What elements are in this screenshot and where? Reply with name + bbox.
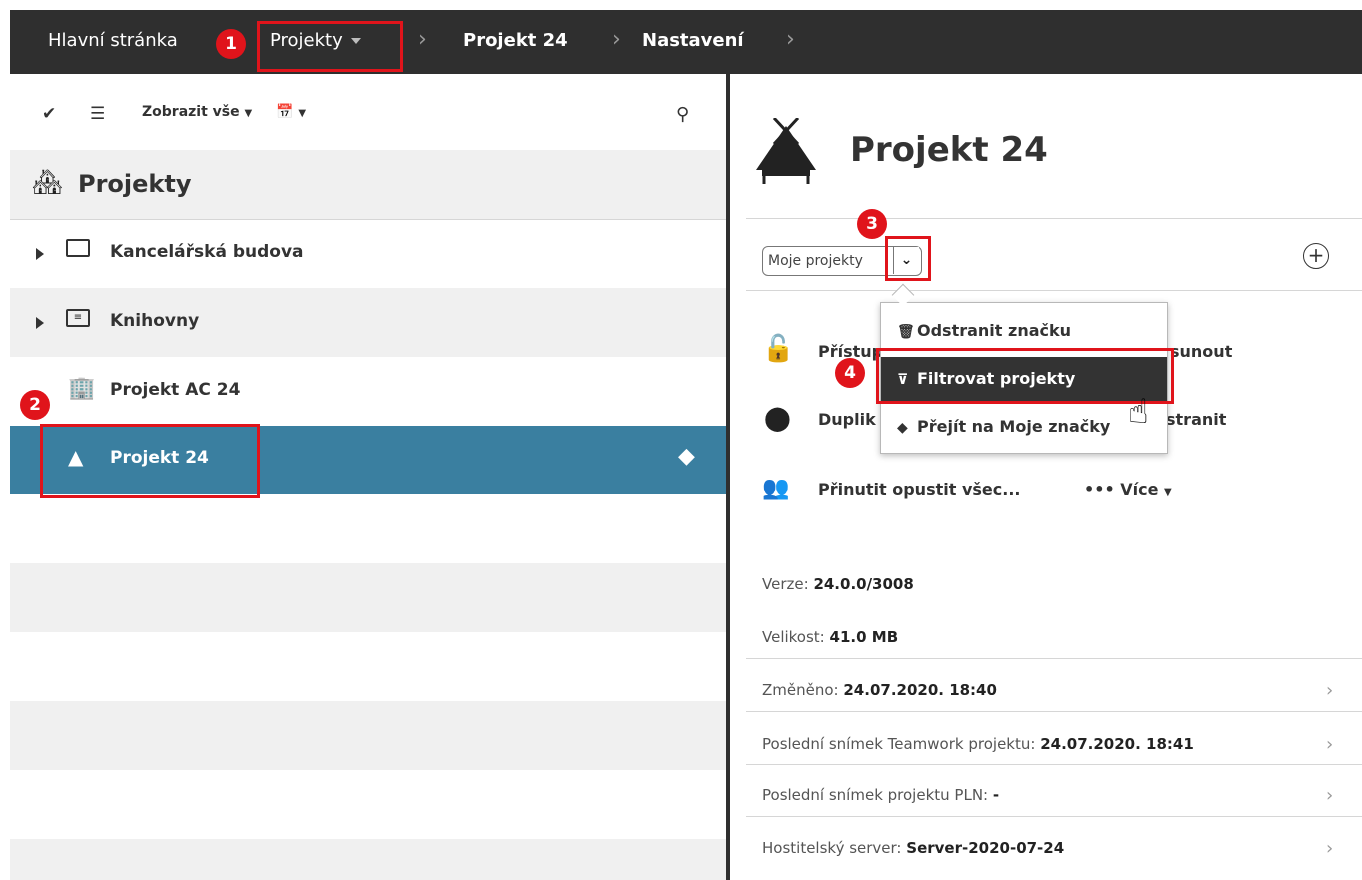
expand-triangle-icon[interactable] bbox=[36, 248, 44, 260]
projects-icon: 🏘 bbox=[32, 168, 63, 196]
breadcrumb-home[interactable]: Hlavní stránka bbox=[48, 28, 178, 54]
checkmark-icon[interactable]: ✔ bbox=[42, 104, 56, 124]
tag-filter-value: Moje projekty bbox=[768, 253, 863, 269]
breadcrumb-project[interactable]: Projekt 24 bbox=[463, 28, 568, 54]
tree-row-bg bbox=[10, 563, 726, 632]
annotation-badge-2: 2 bbox=[20, 390, 50, 420]
tree-row-bg bbox=[10, 770, 726, 839]
info-label: Verze: bbox=[762, 575, 809, 593]
show-all-dropdown[interactable]: Zobrazit vše ▼ bbox=[142, 104, 252, 120]
search-icon[interactable]: ⚲ bbox=[676, 104, 689, 125]
tree-item-label: Projekt AC 24 bbox=[110, 380, 241, 400]
divider bbox=[746, 816, 1362, 817]
info-label: Hostitelský server: bbox=[762, 839, 902, 857]
tree-item-projekt-24[interactable]: ▲ Projekt 24 ◆ bbox=[10, 426, 726, 494]
duplicate-action[interactable]: Duplik bbox=[818, 410, 876, 429]
info-value: - bbox=[992, 786, 1000, 804]
info-modified[interactable]: Změněno: 24.07.2020. 18:40 bbox=[762, 681, 997, 699]
info-teamwork-snapshot[interactable]: Poslední snímek Teamwork projektu: 24.07… bbox=[762, 735, 1194, 753]
tree-row-bg bbox=[10, 494, 726, 563]
tag-dropdown-button[interactable]: ⌄ bbox=[893, 247, 919, 274]
caret-down-icon: ▼ bbox=[1164, 487, 1172, 498]
tag-icon: ◆ bbox=[897, 420, 908, 436]
add-tag-button[interactable]: + bbox=[1303, 243, 1329, 269]
info-value: 24.0.0/3008 bbox=[813, 575, 914, 593]
tree-row-bg bbox=[10, 701, 726, 770]
tree-item-label: Kancelářská budova bbox=[110, 242, 304, 262]
chevron-right-icon[interactable]: › bbox=[1326, 785, 1333, 806]
caret-down-icon bbox=[350, 38, 361, 44]
chevron-down-icon: ⌄ bbox=[900, 252, 913, 268]
house-icon: ▲ bbox=[68, 445, 84, 469]
menu-item-label: Odstranit značku bbox=[917, 321, 1072, 340]
trash-icon: 🗑 bbox=[897, 324, 915, 340]
divider bbox=[746, 658, 1362, 659]
tag-dropdown-menu: 🗑 Odstranit značku ⊽ Filtrovat projekty ◆ P… bbox=[880, 302, 1168, 454]
info-version: Verze: 24.0.0/3008 bbox=[762, 575, 914, 593]
move-action[interactable]: sunout bbox=[1170, 342, 1232, 361]
divider bbox=[746, 290, 1362, 291]
hand-pointer-icon: ☝ bbox=[1128, 392, 1149, 432]
more-dots-icon: ••• bbox=[1084, 480, 1115, 499]
unlock-icon: 🔓 bbox=[762, 334, 795, 364]
info-pln-snapshot[interactable]: Poslední snímek projektu PLN: - bbox=[762, 786, 999, 804]
info-value: Server-2020-07-24 bbox=[906, 839, 1065, 857]
info-size: Velikost: 41.0 MB bbox=[762, 628, 898, 646]
duplicate-icon: ⬤ bbox=[764, 404, 791, 432]
more-actions-dropdown[interactable]: ••• Více ▼ bbox=[1084, 480, 1172, 499]
divider bbox=[746, 764, 1362, 765]
tree-toolbar: ✔ ☰ Zobrazit vše ▼ 📅 ▼ ⚲ bbox=[10, 84, 726, 150]
chevron-right-icon: › bbox=[418, 27, 427, 52]
annotation-badge-3: 3 bbox=[857, 209, 887, 239]
force-leave-action[interactable]: Přinutit opustit všec... bbox=[818, 480, 1020, 499]
folder-icon bbox=[66, 239, 90, 257]
tree-item-label: Projekt 24 bbox=[110, 448, 209, 468]
building-icon: 🏢 bbox=[68, 376, 96, 401]
info-label: Velikost: bbox=[762, 628, 825, 646]
tree-row-bg bbox=[10, 839, 726, 880]
annotation-badge-4: 4 bbox=[835, 358, 865, 388]
chevron-right-icon: › bbox=[612, 27, 621, 52]
chevron-right-icon[interactable]: › bbox=[1326, 734, 1333, 755]
house-icon bbox=[756, 118, 816, 184]
info-label: Změněno: bbox=[762, 681, 839, 699]
breadcrumb-projects-label: Projekty bbox=[270, 30, 343, 51]
breadcrumb-projects-dropdown[interactable]: Projekty bbox=[270, 28, 361, 54]
info-value: 24.07.2020. 18:41 bbox=[1040, 735, 1194, 753]
list-view-icon[interactable]: ☰ bbox=[90, 104, 105, 124]
expand-triangle-icon[interactable] bbox=[36, 317, 44, 329]
calendar-icon[interactable]: 📅 ▼ bbox=[276, 104, 306, 120]
project-title: Projekt 24 bbox=[850, 130, 1048, 170]
menu-item-go-to-my-tags[interactable]: ◆ Přejít na Moje značky bbox=[881, 405, 1167, 449]
menu-item-remove-tag[interactable]: 🗑 Odstranit značku bbox=[881, 309, 1167, 353]
divider bbox=[746, 218, 1362, 219]
info-value: 24.07.2020. 18:40 bbox=[843, 681, 997, 699]
show-all-label: Zobrazit vše bbox=[142, 104, 240, 120]
chevron-right-icon[interactable]: › bbox=[1326, 838, 1333, 859]
project-tree-panel: ✔ ☰ Zobrazit vše ▼ 📅 ▼ ⚲ 🏘 Projekty Kanc… bbox=[10, 84, 726, 880]
tag-icon[interactable]: ◆ bbox=[678, 444, 695, 469]
annotation-badge-1: 1 bbox=[216, 29, 246, 59]
library-folder-icon: ≡ bbox=[66, 309, 90, 327]
filter-icon: ⊽ bbox=[897, 372, 909, 388]
remove-action[interactable]: stranit bbox=[1166, 410, 1226, 429]
info-host-server[interactable]: Hostitelský server: Server-2020-07-24 bbox=[762, 839, 1064, 857]
tree-row-bg bbox=[10, 632, 726, 701]
menu-item-label: Přejít na Moje značky bbox=[917, 417, 1111, 436]
users-icon: 👥 bbox=[762, 476, 790, 501]
panel-divider[interactable] bbox=[726, 74, 730, 880]
info-value: 41.0 MB bbox=[829, 628, 899, 646]
info-label: Poslední snímek projektu PLN: bbox=[762, 786, 989, 804]
tree-item-label: Knihovny bbox=[110, 311, 200, 331]
chevron-right-icon[interactable]: › bbox=[1326, 680, 1333, 701]
menu-item-filter-projects[interactable]: ⊽ Filtrovat projekty bbox=[881, 357, 1167, 401]
tree-title: Projekty bbox=[78, 170, 192, 198]
divider bbox=[746, 711, 1362, 712]
menu-item-label: Filtrovat projekty bbox=[917, 369, 1076, 388]
breadcrumb-bar: Hlavní stránka Projekty › Projekt 24 › N… bbox=[10, 10, 1362, 74]
breadcrumb-settings[interactable]: Nastavení bbox=[642, 28, 744, 54]
more-label: Více bbox=[1120, 480, 1159, 499]
info-label: Poslední snímek Teamwork projektu: bbox=[762, 735, 1036, 753]
chevron-right-icon: › bbox=[786, 27, 795, 52]
